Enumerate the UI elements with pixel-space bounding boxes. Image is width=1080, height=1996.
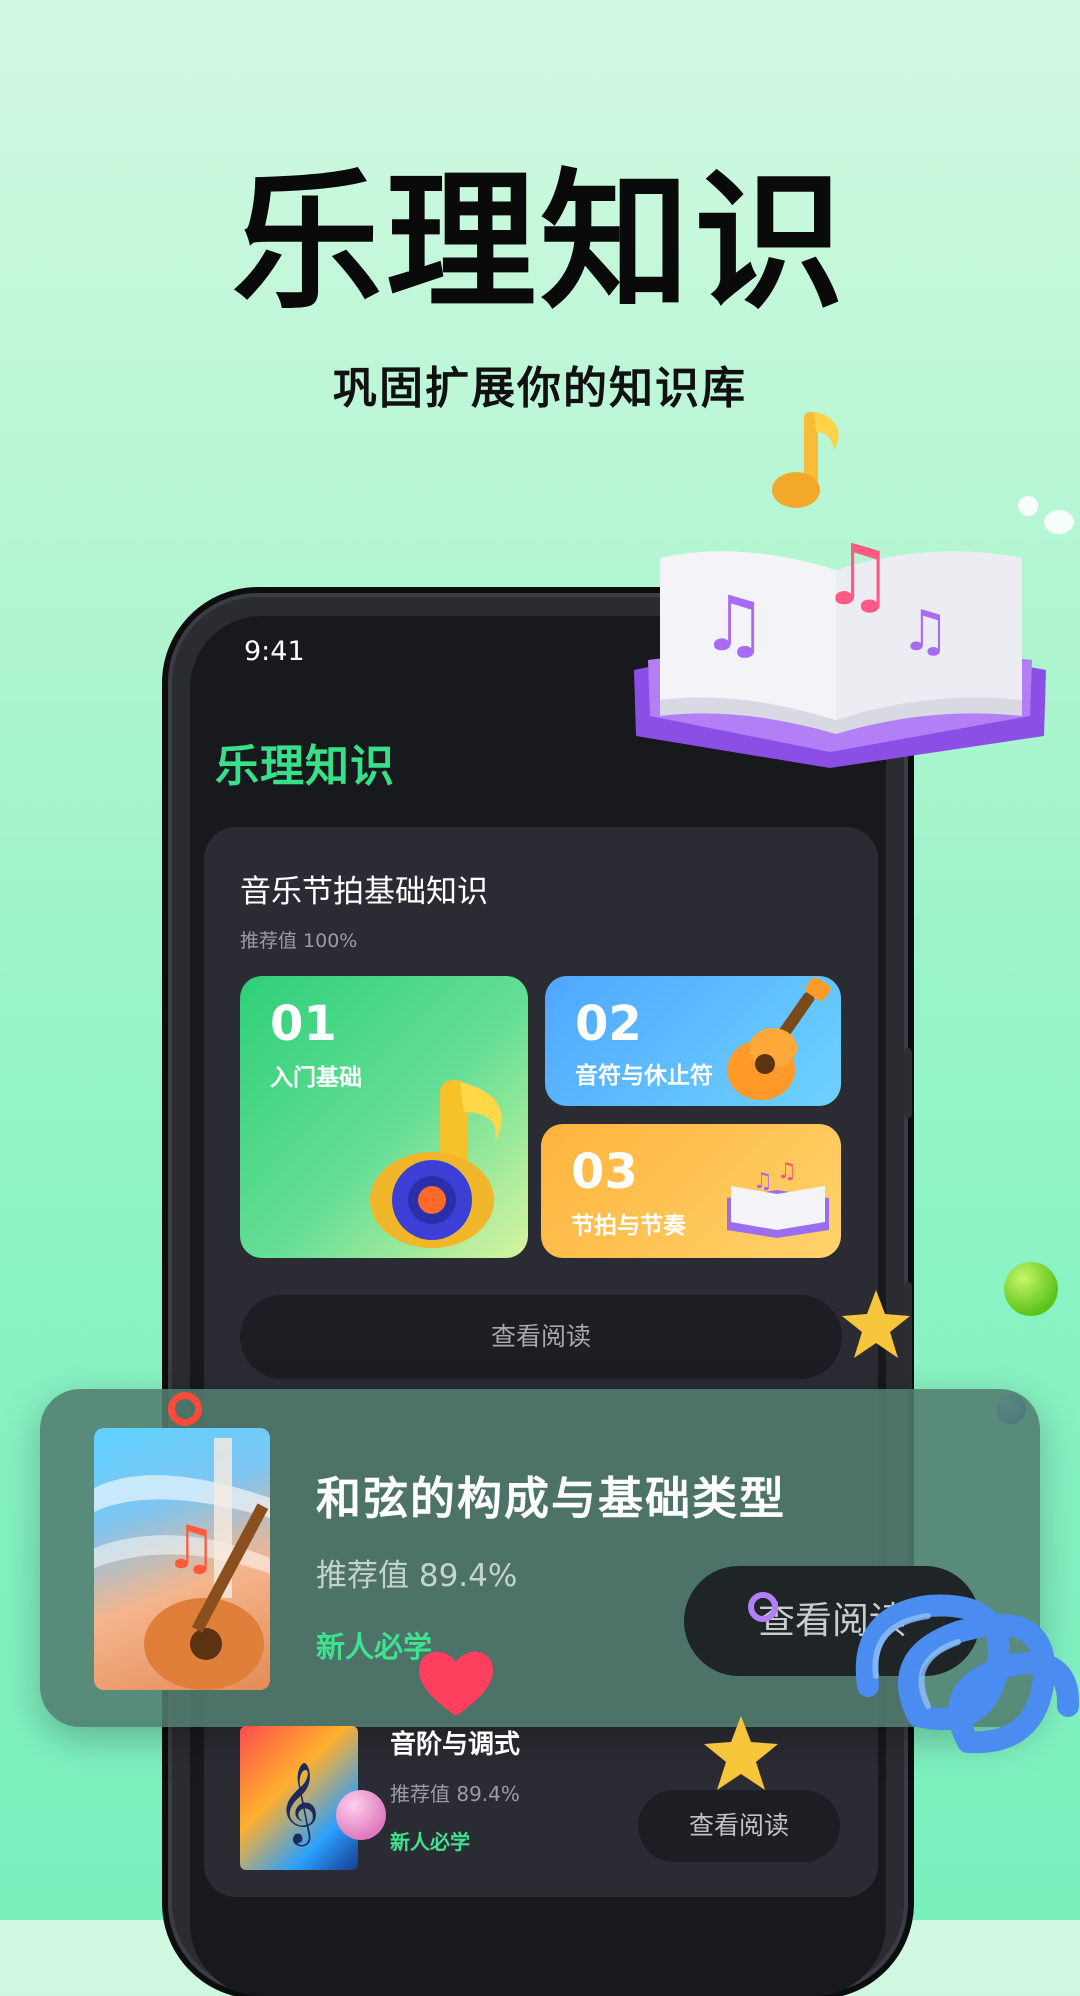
svg-text:𝄞: 𝄞 xyxy=(278,1761,319,1846)
featured-thumbnail: ♫ xyxy=(94,1428,270,1690)
guitar-notes-illustration: ♫ xyxy=(94,1438,270,1690)
tile-number: 03 xyxy=(571,1144,638,1200)
svg-text:♫: ♫ xyxy=(900,599,950,664)
star-decoration-icon xyxy=(842,1290,910,1358)
music-book-3d-icon: ♫ ♫ ♫ xyxy=(634,526,1046,768)
green-ball-decoration xyxy=(1004,1262,1058,1316)
list-item-tag: 新人必学 xyxy=(390,1830,470,1854)
heart-decoration-icon xyxy=(419,1651,493,1716)
tile-label: 节拍与节奏 xyxy=(571,1213,686,1239)
app-title: 乐理知识 xyxy=(215,741,395,792)
featured-title: 和弦的构成与基础类型 xyxy=(316,1472,787,1525)
music-note-icon xyxy=(772,412,839,508)
featured-recommend: 推荐值 89.4% xyxy=(316,1558,518,1594)
guitar-icon xyxy=(727,978,831,1100)
tile-number: 01 xyxy=(270,996,337,1052)
bubble-decoration xyxy=(1018,496,1038,516)
svg-text:♫: ♫ xyxy=(753,1169,773,1194)
ring-decoration xyxy=(748,1592,778,1622)
lesson-tile-01[interactable]: 01 入门基础 xyxy=(240,976,528,1258)
svg-text:♫: ♫ xyxy=(164,1513,218,1583)
list-item-thumbnail: 𝄞 xyxy=(240,1726,358,1870)
view-read-button[interactable]: 查看阅读 xyxy=(240,1295,842,1379)
ring-decoration xyxy=(168,1392,202,1426)
status-time: 9:41 xyxy=(244,636,305,667)
tile-number: 02 xyxy=(575,996,642,1052)
svg-text:♪: ♪ xyxy=(759,1138,771,1159)
treble-clef-illustration: 𝄞 xyxy=(278,1761,319,1846)
pink-ball-decoration xyxy=(336,1790,386,1840)
tile-label: 入门基础 xyxy=(270,1065,362,1091)
phone-side-button xyxy=(904,1048,912,1118)
tile-label: 音符与休止符 xyxy=(575,1063,713,1089)
music-note-speaker-icon xyxy=(370,1080,502,1248)
lesson-tile-02[interactable]: 02 音符与休止符 xyxy=(545,976,841,1106)
hero-title: 乐理知识 xyxy=(231,156,848,330)
svg-text:♫: ♫ xyxy=(820,526,895,624)
list-item-title: 音阶与调式 xyxy=(390,1730,521,1760)
star-decoration-icon xyxy=(704,1716,778,1790)
lesson-tile-03[interactable]: 03 节拍与节奏 ♫ ♫ ♪ xyxy=(541,1124,841,1258)
list-item-recommend: 推荐值 89.4% xyxy=(390,1782,520,1806)
hero-subtitle: 巩固扩展你的知识库 xyxy=(333,363,747,414)
course-title: 音乐节拍基础知识 xyxy=(240,874,488,910)
spring-coil-decoration xyxy=(855,1594,1080,1754)
svg-text:♫: ♫ xyxy=(700,579,768,668)
music-book-icon: ♫ ♫ ♪ xyxy=(727,1138,829,1238)
svg-text:♫: ♫ xyxy=(777,1159,797,1184)
list-item-view-read-button[interactable]: 查看阅读 xyxy=(638,1790,840,1862)
course-recommend: 推荐值 100% xyxy=(240,930,358,952)
